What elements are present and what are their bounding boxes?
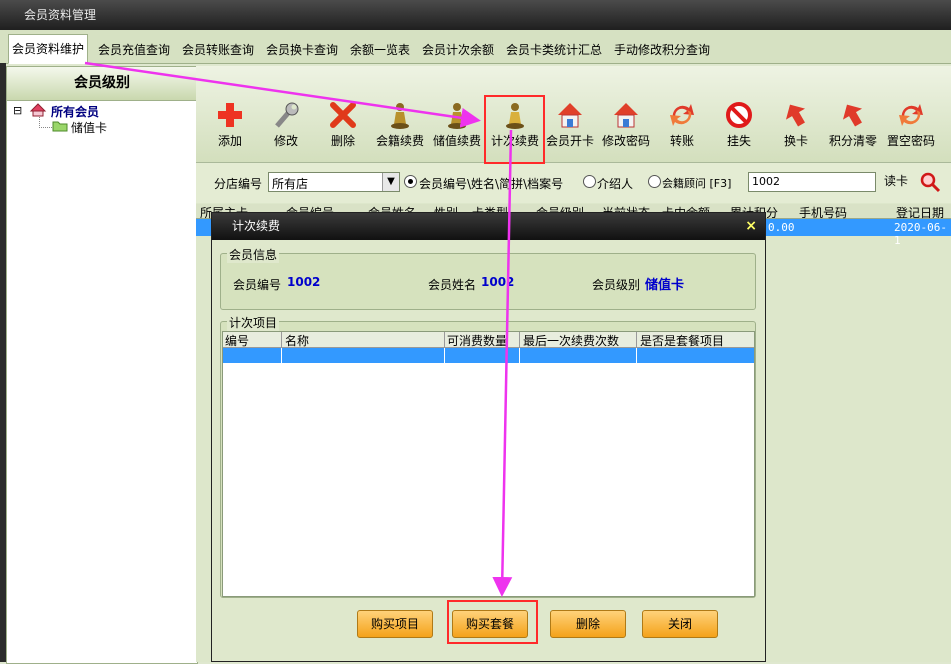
member-level-label: 会员级别 <box>592 278 641 292</box>
pawn-icon <box>448 103 466 129</box>
close-button[interactable]: 关闭 <box>642 610 718 638</box>
delete-button[interactable]: 删除 <box>314 100 372 152</box>
radio-referrer[interactable] <box>583 175 596 188</box>
change-password-button[interactable]: 修改密码 <box>597 100 655 152</box>
member-name-label: 会员姓名 <box>428 278 477 292</box>
dialog-title-bar: 计次续费 × <box>212 213 765 240</box>
tab-count-balance[interactable]: 会员计次余额 <box>418 37 498 64</box>
pawn-icon <box>506 103 524 129</box>
card-swap-icon <box>785 104 806 127</box>
radio-consultant-label: 会籍顾问 [F3] <box>662 177 732 190</box>
toolbar: 添加 修改 删除 会籍续费 储值续费 计次续费 会员开卡 修改密码 转账 挂失 … <box>196 66 951 163</box>
tab-balance-overview[interactable]: 余额一览表 <box>346 37 414 64</box>
add-icon <box>218 103 242 127</box>
wrench-icon <box>275 102 299 128</box>
tab-member-maintenance[interactable]: 会员资料维护 <box>8 34 89 64</box>
row-points: 0.00 <box>768 221 795 234</box>
tab-card-change-query[interactable]: 会员换卡查询 <box>262 37 342 64</box>
report-loss-button[interactable]: 挂失 <box>710 100 768 152</box>
read-card-button[interactable]: 读卡 <box>884 172 908 189</box>
filter-bar: 分店编号 所有店 ▼ 会员编号\姓名\简拼\档案号 介绍人 会籍顾问 [F3] … <box>196 163 951 203</box>
transfer-icon <box>670 104 694 126</box>
store-select[interactable]: 所有店 ▼ <box>268 172 400 192</box>
col-item-no[interactable]: 编号 <box>225 332 249 349</box>
delete-button-dialog[interactable]: 删除 <box>550 610 626 638</box>
tab-points-query[interactable]: 手动修改积分查询 <box>610 37 714 64</box>
transfer-icon <box>899 104 923 126</box>
count-items-table: 编号 名称 可消费数量 最后一次续费次数 是否是套餐项目 <box>222 331 755 597</box>
member-no-label: 会员编号 <box>233 278 282 292</box>
radio-member-no-label: 会员编号\姓名\简拼\档案号 <box>419 177 564 191</box>
member-level-panel: 会员级别 ⊟ 所有会员 储值卡 <box>6 66 198 664</box>
row-date: 2020-06-1 <box>894 221 947 247</box>
col-item-qty[interactable]: 可消费数量 <box>447 332 507 349</box>
chevron-down-icon: ▼ <box>382 173 399 191</box>
pawn-icon <box>391 103 409 129</box>
edit-button[interactable]: 修改 <box>257 100 315 152</box>
count-renew-button[interactable]: 计次续费 <box>486 100 544 152</box>
member-level-value: 储值卡 <box>645 278 685 293</box>
count-items-title: 计次项目 <box>227 314 280 331</box>
window-title: 会员资料管理 <box>24 8 97 22</box>
house-icon <box>558 103 582 128</box>
tree-expander[interactable]: ⊟ <box>13 104 22 117</box>
radio-consultant[interactable] <box>648 175 661 188</box>
radio-member-no[interactable] <box>404 175 417 188</box>
col-item-name[interactable]: 名称 <box>285 332 309 349</box>
stored-value-renew-button[interactable]: 储值续费 <box>428 100 486 152</box>
radio-referrer-label: 介绍人 <box>597 177 634 191</box>
membership-renew-button[interactable]: 会籍续费 <box>371 100 429 152</box>
clear-points-button[interactable]: 积分清零 <box>824 100 882 152</box>
card-swap-icon <box>842 104 863 127</box>
folder-icon <box>52 121 68 132</box>
tab-strip: 会员资料维护 会员充值查询 会员转账查询 会员换卡查询 余额一览表 会员计次余额… <box>0 30 951 64</box>
member-info-title: 会员信息 <box>227 246 280 263</box>
table-row[interactable] <box>223 348 754 363</box>
search-input[interactable]: 1002 <box>748 172 876 192</box>
change-card-button[interactable]: 换卡 <box>767 100 825 152</box>
tab-transfer-query[interactable]: 会员转账查询 <box>178 37 258 64</box>
close-icon[interactable]: × <box>745 213 757 240</box>
buy-item-button[interactable]: 购买项目 <box>357 610 433 638</box>
window-title-bar: 会员资料管理 <box>0 0 951 30</box>
count-items-group: 计次项目 编号 名称 可消费数量 最后一次续费次数 是否是套餐项目 <box>220 314 756 598</box>
dialog-title: 计次续费 <box>232 219 281 233</box>
count-renew-dialog: 计次续费 × 会员信息 会员编号 1002 会员姓名 1002 会员级别 储值卡… <box>211 212 766 662</box>
tab-card-type-summary[interactable]: 会员卡类统计汇总 <box>502 37 606 64</box>
member-no-value: 1002 <box>287 275 321 289</box>
open-card-button[interactable]: 会员开卡 <box>541 100 599 152</box>
house-icon <box>614 103 638 128</box>
items-header: 编号 名称 可消费数量 最后一次续费次数 是否是套餐项目 <box>223 332 754 348</box>
delete-icon <box>330 102 356 128</box>
tree-item-stored-value-card[interactable]: 储值卡 <box>71 119 107 136</box>
reset-password-button[interactable]: 置空密码 <box>882 100 940 152</box>
add-button[interactable]: 添加 <box>201 100 259 152</box>
col-is-package[interactable]: 是否是套餐项目 <box>640 332 724 349</box>
folder-home-icon <box>29 103 47 117</box>
transfer-button[interactable]: 转账 <box>653 100 711 152</box>
col-last-renew[interactable]: 最后一次续费次数 <box>523 332 619 349</box>
tree-root-all-members[interactable]: 所有会员 <box>51 103 99 120</box>
member-info-group: 会员信息 会员编号 1002 会员姓名 1002 会员级别 储值卡 <box>220 246 756 310</box>
block-icon <box>726 102 752 128</box>
tab-recharge-query[interactable]: 会员充值查询 <box>94 37 174 64</box>
buy-package-button[interactable]: 购买套餐 <box>452 610 528 638</box>
store-label: 分店编号 <box>214 177 263 191</box>
search-icon[interactable] <box>919 171 941 193</box>
member-name-value: 1002 <box>481 275 515 289</box>
panel-header: 会员级别 <box>7 67 197 101</box>
